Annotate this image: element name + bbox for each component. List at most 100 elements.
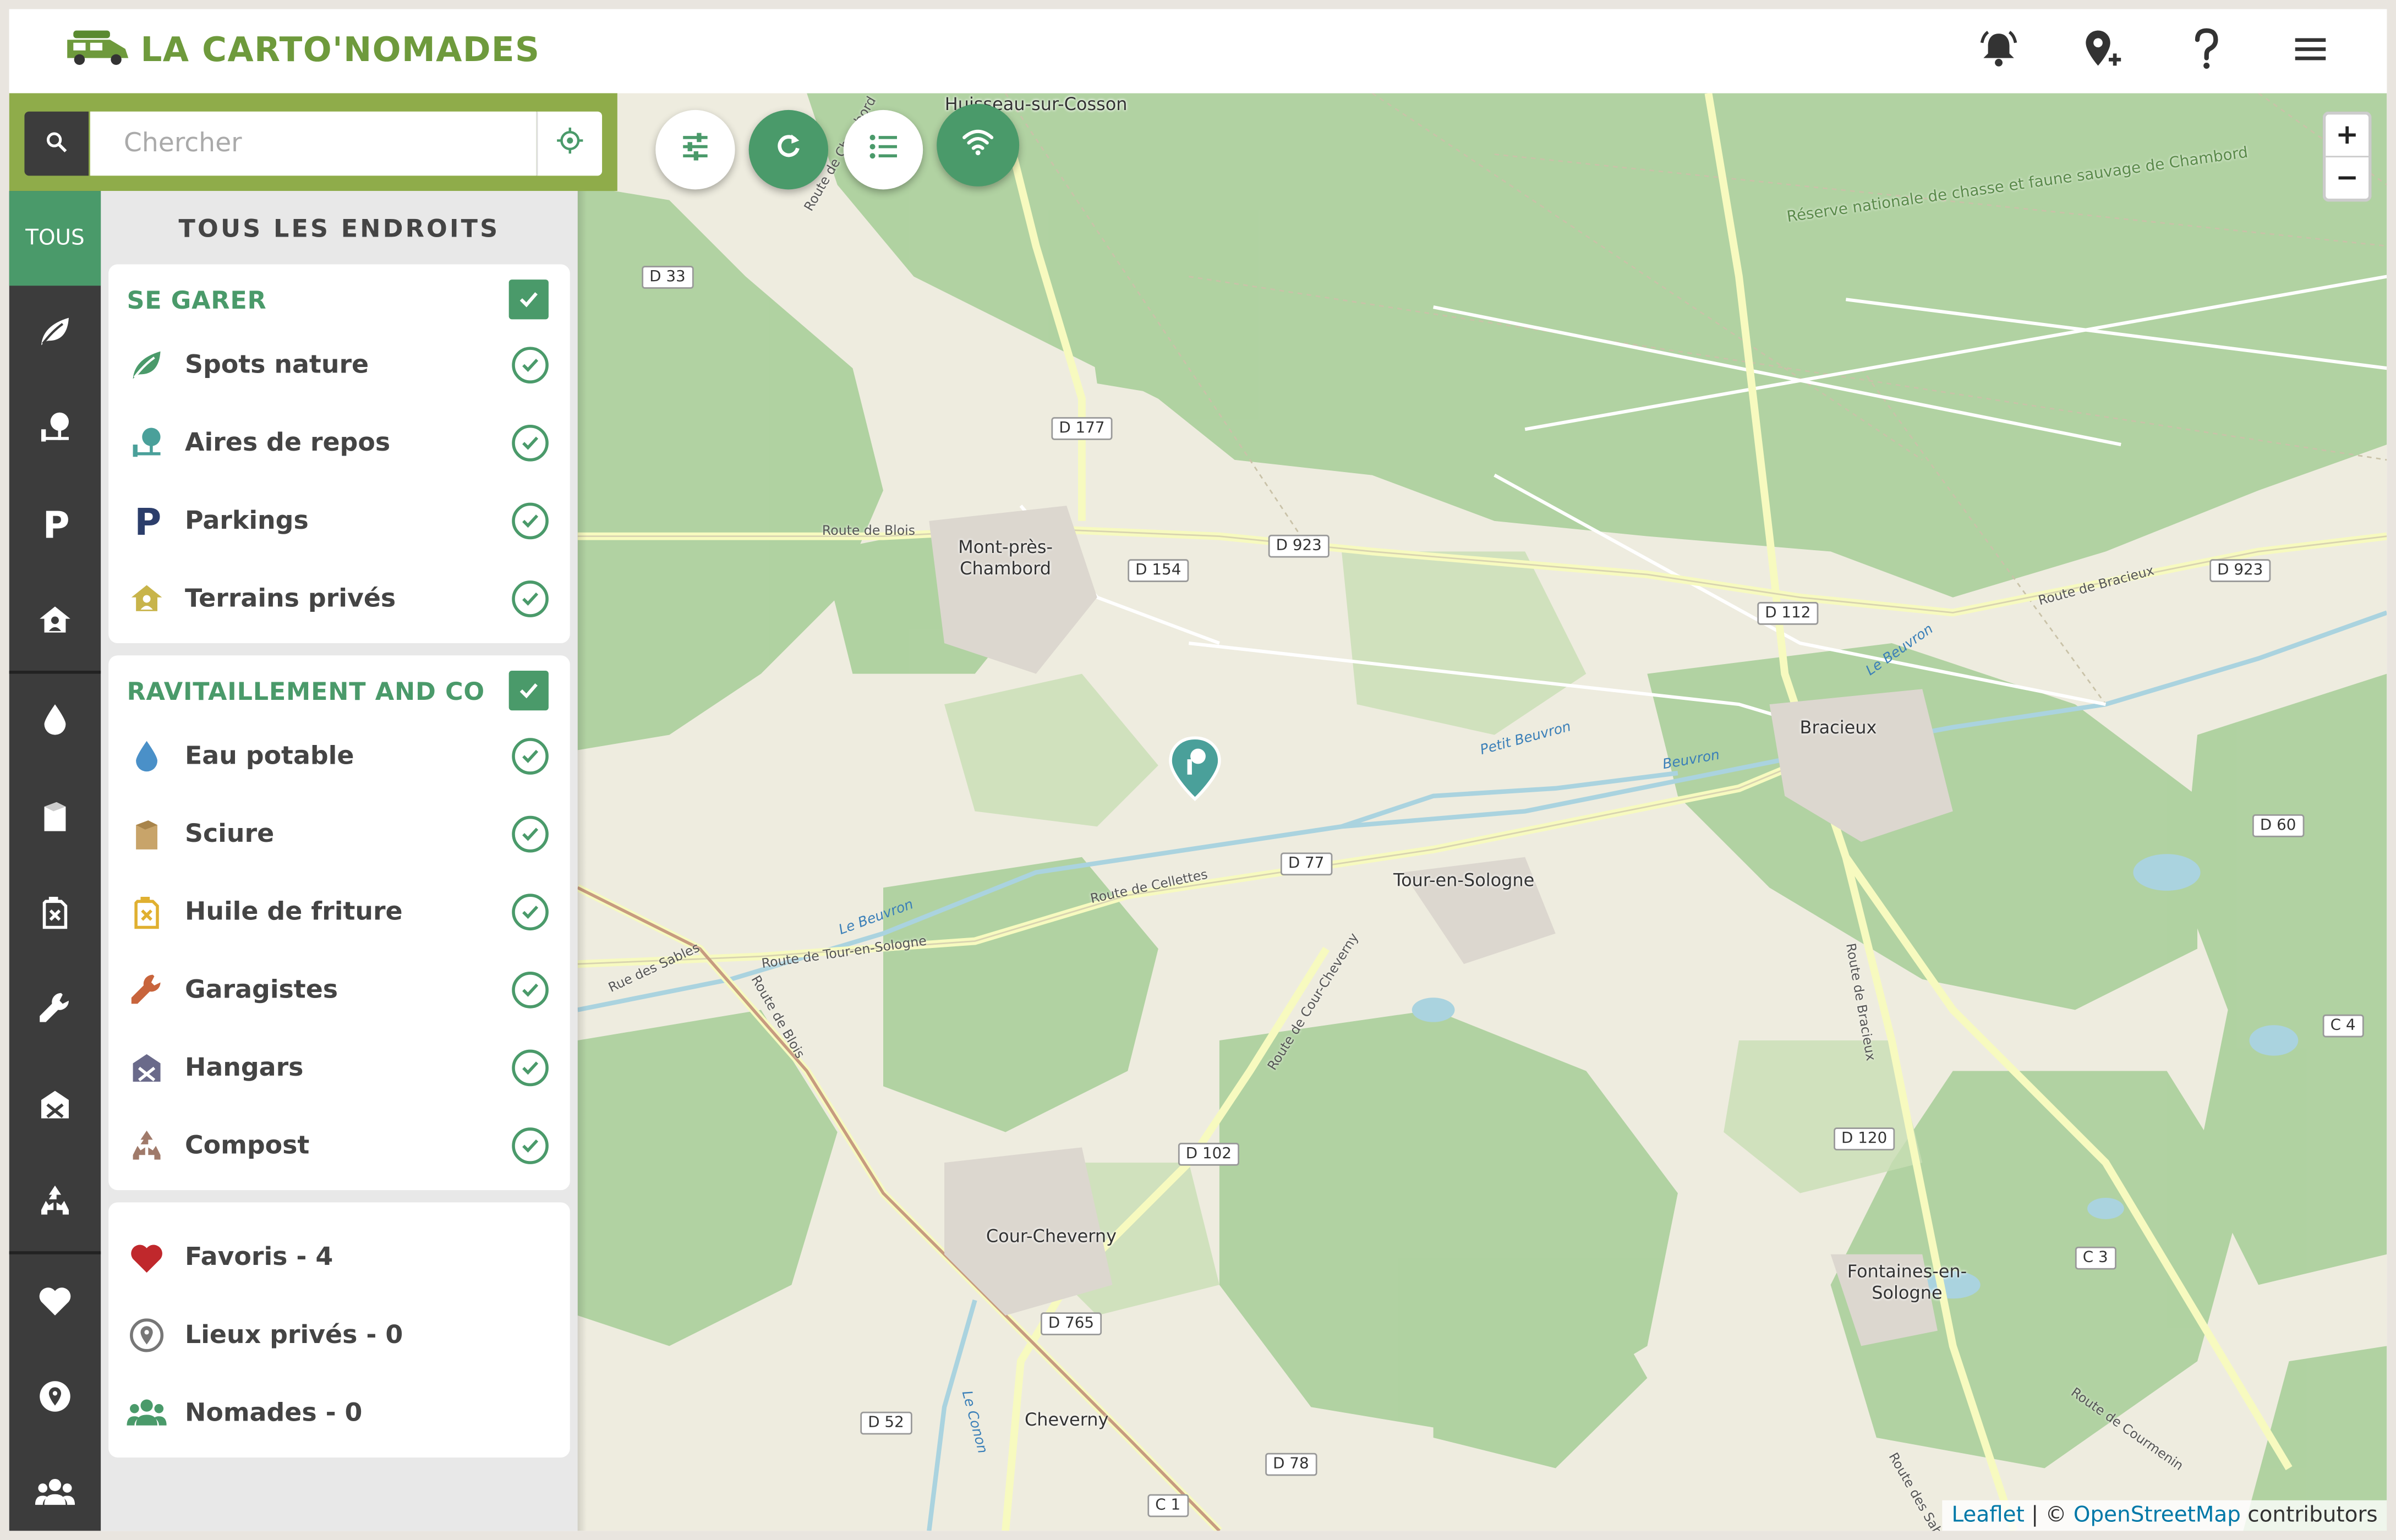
personal-item-favorites[interactable]: Favoris - 4 <box>127 1218 548 1296</box>
road-shield: D 177 <box>1051 417 1113 440</box>
filter-item-checkbox[interactable] <box>512 579 549 617</box>
map-place-label: Tour-en-Sologne <box>1393 869 1535 891</box>
road-shield: D 33 <box>642 266 693 289</box>
menu-icon <box>2292 34 2329 70</box>
search-button[interactable] <box>24 111 89 176</box>
filter-item-eau-potable[interactable]: Eau potable <box>127 716 549 794</box>
filter-item-checkbox[interactable] <box>512 971 549 1008</box>
list-view-button[interactable] <box>843 109 923 190</box>
road-shield: D 77 <box>1280 852 1332 876</box>
rail-item-nomads[interactable] <box>9 1447 101 1531</box>
rail-item-all[interactable]: TOUS <box>9 191 101 286</box>
section-select-all-checkbox[interactable] <box>508 671 549 711</box>
rail-item-nature[interactable] <box>9 286 101 382</box>
filter-item-spots-nature[interactable]: Spots nature <box>127 325 549 403</box>
filter-item-checkbox[interactable] <box>512 737 549 774</box>
rail-item-mechanics[interactable] <box>9 962 101 1059</box>
leaf-icon <box>37 313 74 355</box>
frying-oil-icon <box>38 893 72 936</box>
notifications-button[interactable] <box>1974 24 2023 79</box>
rail-item-private-places[interactable] <box>9 1351 101 1447</box>
attribution-suffix: contributors <box>2240 1503 2378 1528</box>
rail-item-water[interactable] <box>9 674 101 770</box>
section-select-all-checkbox[interactable] <box>508 279 549 320</box>
rail-item-rest-areas[interactable] <box>9 382 101 478</box>
road-shield: D 120 <box>1834 1127 1895 1150</box>
personal-item-label: Nomades - 0 <box>184 1397 363 1427</box>
filter-item-label: Eau potable <box>184 741 354 770</box>
app-logo[interactable]: LA CARTO'NOMADES <box>64 24 540 76</box>
filter-item-compost[interactable]: Compost <box>127 1106 549 1184</box>
filter-item-checkbox[interactable] <box>512 1126 549 1164</box>
rail-item-sawdust[interactable] <box>9 770 101 867</box>
panel-shadow <box>577 191 587 1531</box>
filter-item-hangars[interactable]: Hangars <box>127 1028 549 1106</box>
section-header: RAVITAILLEMENT AND CO <box>127 667 549 713</box>
filter-item-checkbox[interactable] <box>512 1049 549 1086</box>
road-shield: D 60 <box>2252 814 2304 837</box>
road-shield: D 923 <box>2209 559 2271 582</box>
personal-item-private-places[interactable]: Lieux privés - 0 <box>127 1296 548 1374</box>
filter-item-checkbox[interactable] <box>512 502 549 539</box>
crosshair-icon <box>556 127 584 160</box>
personal-item-nomads[interactable]: Nomades - 0 <box>127 1373 548 1451</box>
locate-me-button[interactable] <box>536 111 603 176</box>
rail-item-compost[interactable] <box>9 1155 101 1251</box>
heart-icon <box>37 1283 74 1322</box>
rail-item-hangars[interactable] <box>9 1059 101 1155</box>
filters-icon <box>680 131 711 168</box>
frying-oil-icon <box>127 891 166 931</box>
map-area[interactable]: Huisseau-sur-Cosson Mont-près-Chambord B… <box>577 93 2387 1531</box>
header-actions <box>1974 24 2335 79</box>
add-location-button[interactable] <box>2078 24 2127 79</box>
road-shield: D 923 <box>1268 534 1330 558</box>
water-drop-icon <box>127 736 166 775</box>
map-place-label: Bracieux <box>1799 716 1877 738</box>
rest-area-icon <box>127 423 166 462</box>
help-button[interactable] <box>2182 24 2231 79</box>
road-shield: D 52 <box>860 1411 912 1435</box>
zoom-in-button[interactable]: + <box>2326 114 2369 158</box>
search-input[interactable] <box>90 111 537 176</box>
personal-item-label: Lieux privés - 0 <box>184 1320 403 1349</box>
zoom-out-button[interactable]: − <box>2326 157 2368 199</box>
filter-item-garagistes[interactable]: Garagistes <box>127 950 549 1028</box>
menu-button[interactable] <box>2286 24 2335 79</box>
rail-item-frying-oil[interactable] <box>9 866 101 962</box>
leaf-icon <box>127 344 166 384</box>
filter-item-parkings[interactable]: P Parkings <box>127 481 549 560</box>
section-title: SE GARER <box>127 284 267 314</box>
svg-text:P: P <box>134 502 161 539</box>
map-attribution: Leaflet | © OpenStreetMap contributors <box>1942 1500 2387 1531</box>
rail-item-favorites[interactable] <box>9 1254 101 1351</box>
filter-item-label: Terrains privés <box>184 583 396 613</box>
filter-item-checkbox[interactable] <box>512 346 549 383</box>
filter-item-sciure[interactable]: Sciure <box>127 794 549 873</box>
filter-item-huile-friture[interactable]: Huile de friture <box>127 873 549 951</box>
map-place-label: Cheverny <box>1024 1409 1109 1431</box>
leaflet-link[interactable]: Leaflet <box>1951 1503 2024 1527</box>
wrench-icon <box>37 989 74 1032</box>
filters-button[interactable] <box>655 109 735 190</box>
refresh-button[interactable] <box>748 109 829 190</box>
rail-item-parkings[interactable]: P <box>9 478 101 574</box>
app-window: Huisseau-sur-Cosson Mont-près-Chambord B… <box>9 9 2387 1531</box>
filter-item-aires-repos[interactable]: Aires de repos <box>127 403 549 481</box>
section-header: SE GARER <box>127 277 549 322</box>
filter-item-checkbox[interactable] <box>512 424 549 461</box>
filter-item-checkbox[interactable] <box>512 893 549 930</box>
filter-item-terrains-prives[interactable]: Terrains privés <box>127 559 549 637</box>
bell-icon <box>1979 29 2018 75</box>
users-icon <box>127 1393 167 1432</box>
help-icon <box>2191 28 2222 76</box>
osm-link[interactable]: OpenStreetMap <box>2074 1503 2241 1527</box>
section-card-parking: SE GARER Spots nature Aires de repos P P… <box>108 264 570 644</box>
add-location-icon <box>2081 28 2124 76</box>
filter-item-checkbox[interactable] <box>512 815 549 852</box>
map-place-label: Mont-près-Chambord <box>958 536 1053 579</box>
sawdust-icon <box>127 814 166 853</box>
parking-icon: P <box>127 500 166 540</box>
offline-mode-button[interactable] <box>937 103 1020 187</box>
rail-item-private-land[interactable] <box>9 574 101 671</box>
water-drop-icon <box>41 700 69 743</box>
